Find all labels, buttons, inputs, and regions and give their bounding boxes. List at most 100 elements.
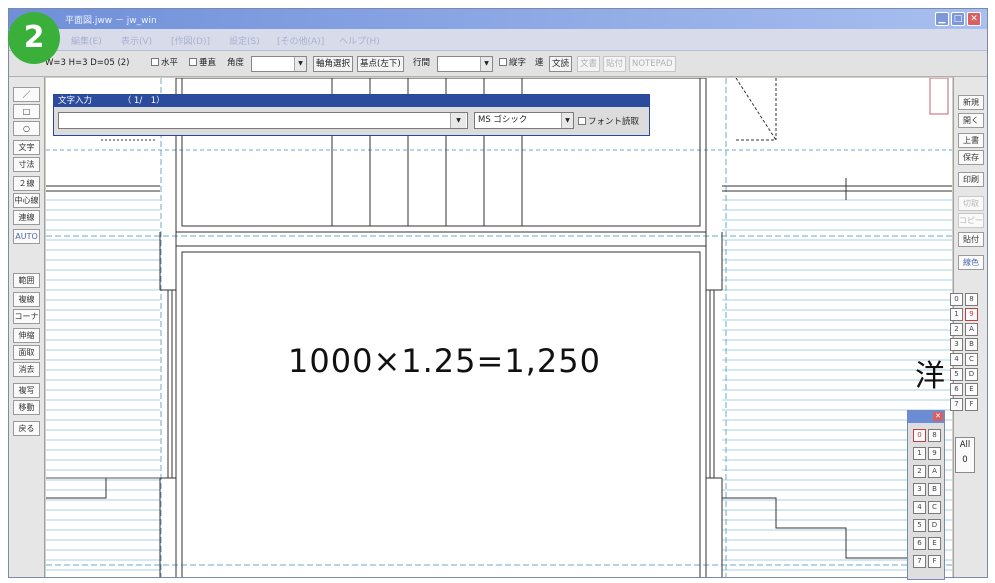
menu-edit[interactable]: 編集(E) [71, 34, 102, 47]
layer-button[interactable]: C [928, 501, 941, 514]
layer-button[interactable]: 5 [913, 519, 926, 532]
all-label: All [959, 440, 971, 450]
stretch-tool[interactable]: 伸縮 [13, 328, 40, 343]
horizontal-option[interactable]: 水平 [151, 56, 178, 72]
corner-tool[interactable]: コーナー [13, 309, 40, 324]
chevron-down-icon[interactable]: ▼ [294, 57, 306, 71]
pitch-combo[interactable]: ▼ [437, 56, 493, 72]
layer-button[interactable]: D [928, 519, 941, 532]
copy-button[interactable]: コピー [958, 213, 984, 228]
menu-help[interactable]: ヘルプ(H) [339, 34, 380, 47]
notepad-button[interactable]: NOTEPAD [629, 56, 676, 72]
layer-button[interactable]: D [965, 368, 978, 381]
layer-button[interactable]: 8 [965, 293, 978, 306]
layer-button[interactable]: 0 [950, 293, 963, 306]
drawing-canvas[interactable] [46, 78, 952, 577]
center-line-tool[interactable]: 中心線 [13, 193, 40, 208]
title-bar: 平面図.jww － jw_win ▁ □ ✕ [9, 9, 987, 29]
menu-other[interactable]: [その他(A)] [277, 34, 324, 47]
layer-button[interactable]: A [965, 323, 978, 336]
all-value: 0 [962, 455, 968, 465]
layer-button[interactable]: 1 [913, 447, 926, 460]
line-color-button[interactable]: 線色 [958, 255, 984, 270]
layer-button[interactable]: 9 [965, 308, 978, 321]
close-icon[interactable]: ✕ [967, 12, 981, 26]
layer-button[interactable]: 7 [913, 555, 926, 568]
range-tool[interactable]: 範囲 [13, 273, 40, 288]
angle-label: 角度 [227, 58, 245, 68]
minimize-icon[interactable]: ▁ [935, 12, 949, 26]
menu-settings[interactable]: 設定(S) [229, 34, 260, 47]
vertical-write-option[interactable]: 縦字 [499, 56, 526, 72]
layer-button[interactable]: 9 [928, 447, 941, 460]
horizontal-checkbox[interactable] [151, 58, 159, 66]
layer-button[interactable]: 1 [950, 308, 963, 321]
menu-view[interactable]: 表示(V) [121, 34, 152, 47]
layer-button[interactable]: 5 [950, 368, 963, 381]
overwrite-button[interactable]: 上書 [958, 133, 984, 148]
chevron-down-icon[interactable]: ▼ [561, 113, 573, 128]
angle-combo[interactable]: ▼ [251, 56, 307, 72]
font-select[interactable]: MS ゴシック ▼ [474, 112, 574, 129]
char-read-button[interactable]: 文読 [549, 56, 573, 72]
layer-button[interactable]: 8 [928, 429, 941, 442]
circle-tool[interactable]: ○ [13, 121, 40, 136]
continuous-line-tool[interactable]: 連線 [13, 210, 40, 225]
move-tool[interactable]: 移動 [13, 400, 40, 415]
floor-plan-drawing [46, 78, 952, 577]
base-point-button[interactable]: 基点(左下) [357, 56, 404, 72]
layer-button[interactable]: F [928, 555, 941, 568]
erase-tool[interactable]: 消去 [13, 362, 40, 377]
layer-button[interactable]: C [965, 353, 978, 366]
save-button[interactable]: 保存 [958, 150, 984, 165]
layer-button[interactable]: 7 [950, 398, 963, 411]
layer-button[interactable]: B [965, 338, 978, 351]
layer-button[interactable]: E [965, 383, 978, 396]
layer-button[interactable]: 4 [950, 353, 963, 366]
offset-tool[interactable]: 複線 [13, 292, 40, 307]
chevron-down-icon[interactable]: ▼ [480, 57, 492, 71]
layer-button[interactable]: A [928, 465, 941, 478]
layer-button[interactable]: 3 [950, 338, 963, 351]
double-line-tool[interactable]: ２線 [13, 176, 40, 191]
chevron-down-icon[interactable]: ▼ [450, 113, 466, 128]
auto-tool[interactable]: AUTO [13, 229, 40, 244]
vertical-write-checkbox[interactable] [499, 58, 507, 66]
open-button[interactable]: 開く [958, 113, 984, 128]
layer-button[interactable]: F [965, 398, 978, 411]
paste-button[interactable]: 貼付 [603, 56, 627, 72]
checkmark-icon[interactable] [578, 117, 586, 125]
layer-button[interactable]: 2 [913, 465, 926, 478]
layer-button[interactable]: 6 [950, 383, 963, 396]
font-read-option[interactable]: フォント読取 [578, 115, 639, 127]
new-button[interactable]: 新規 [958, 95, 984, 110]
layer-button[interactable]: 2 [950, 323, 963, 336]
layer-button[interactable]: 6 [913, 537, 926, 550]
menu-draw[interactable]: [作図(D)] [171, 34, 210, 47]
copy-tool[interactable]: 複写 [13, 383, 40, 398]
vertical-option[interactable]: 垂直 [189, 56, 216, 72]
chamfer-tool[interactable]: 面取 [13, 345, 40, 360]
vertical-checkbox[interactable] [189, 58, 197, 66]
text-tool[interactable]: 文字 [13, 140, 40, 155]
axis-angle-button[interactable]: 軸角選択 [313, 56, 354, 72]
document-button[interactable]: 文書 [577, 56, 601, 72]
layer-button[interactable]: 3 [913, 483, 926, 496]
maximize-icon[interactable]: □ [951, 12, 965, 26]
rectangle-tool[interactable]: □ [13, 104, 40, 119]
text-dims-readout[interactable]: W=3 H=3 D=05 (2) [45, 56, 130, 72]
all-layers-button[interactable]: All 0 [955, 437, 975, 473]
line-tool[interactable]: ／ [13, 87, 40, 102]
layer-button[interactable]: 0 [913, 429, 926, 442]
undo-tool[interactable]: 戻る [13, 421, 40, 436]
paste-button[interactable]: 貼付 [958, 232, 984, 247]
print-button[interactable]: 印刷 [958, 172, 984, 187]
layer-button[interactable]: E [928, 537, 941, 550]
close-icon[interactable]: ✕ [933, 412, 943, 421]
layer-button[interactable]: 4 [913, 501, 926, 514]
dimension-tool[interactable]: 寸法 [13, 157, 40, 172]
text-input-field[interactable] [58, 112, 468, 129]
layer-button[interactable]: B [928, 483, 941, 496]
window-title: 平面図.jww － jw_win [65, 16, 157, 26]
cut-button[interactable]: 切取 [958, 196, 984, 211]
